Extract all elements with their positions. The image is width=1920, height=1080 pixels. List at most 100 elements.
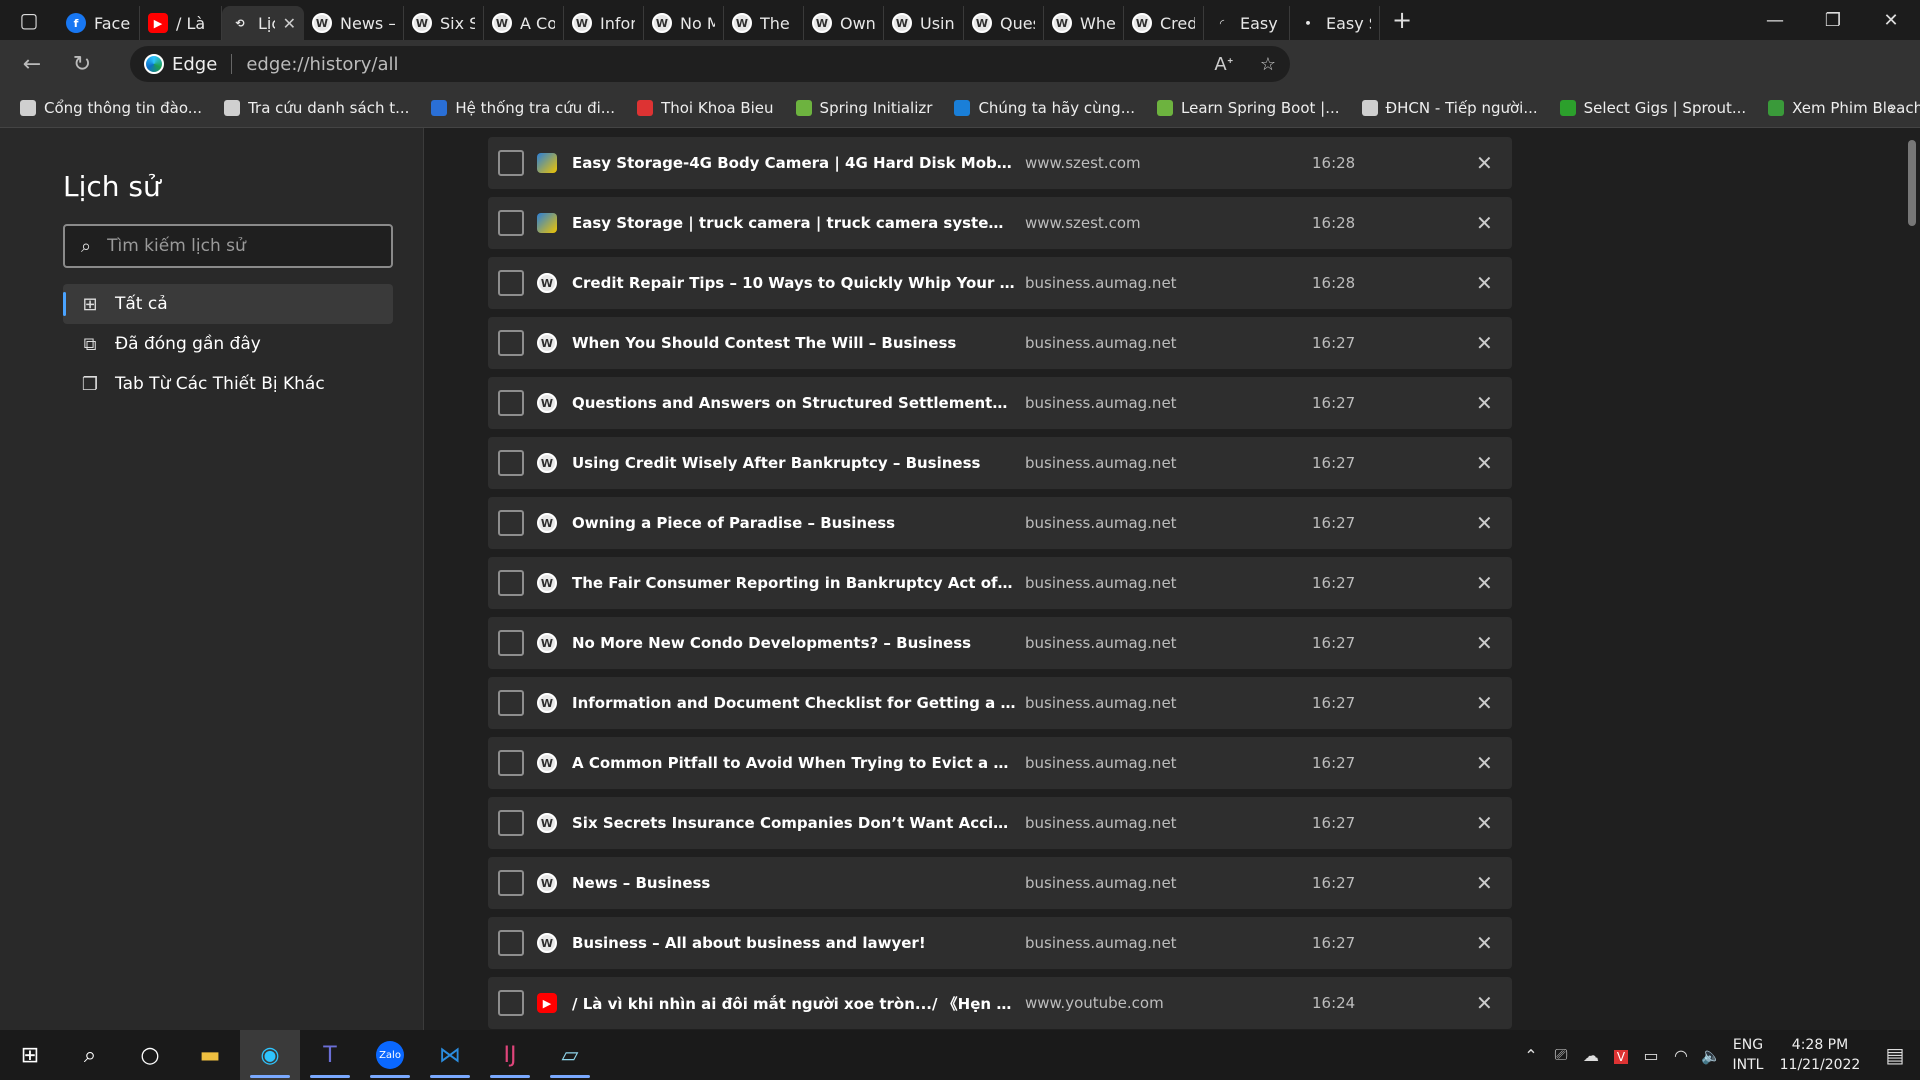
tab-11[interactable]: W Questic bbox=[964, 6, 1044, 40]
row-title[interactable]: A Common Pitfall to Avoid When Trying to… bbox=[572, 754, 1016, 772]
bookmark-4[interactable]: Spring Initializr bbox=[795, 99, 932, 117]
history-row[interactable]: W Credit Repair Tips – 10 Ways to Quickly… bbox=[488, 257, 1512, 309]
bookmark-7[interactable]: ĐHCN - Tiếp người... bbox=[1361, 99, 1538, 117]
minimize-icon[interactable]: — bbox=[1746, 0, 1804, 40]
remove-entry-icon[interactable]: ✕ bbox=[1476, 571, 1493, 595]
add-favorite-icon[interactable]: ☆ bbox=[1246, 54, 1290, 75]
intellij-icon[interactable]: IJ bbox=[480, 1030, 540, 1080]
tab-12[interactable]: W When Y bbox=[1044, 6, 1124, 40]
volume-icon[interactable]: 🔈 bbox=[1696, 1046, 1726, 1065]
history-row[interactable]: Easy Storage | truck camera | truck came… bbox=[488, 197, 1512, 249]
remove-entry-icon[interactable]: ✕ bbox=[1476, 391, 1493, 415]
tab-3[interactable]: W News – bbox=[304, 6, 404, 40]
tab-5[interactable]: W A Comr bbox=[484, 6, 564, 40]
history-row[interactable]: W Owning a Piece of Paradise – Business bu… bbox=[488, 497, 1512, 549]
row-title[interactable]: Six Secrets Insurance Companies Don’t Wa… bbox=[572, 814, 1016, 832]
new-tab-button[interactable]: + bbox=[1380, 0, 1424, 40]
sidebar-item-1[interactable]: ⧉ Đã đóng gần đây bbox=[63, 324, 393, 364]
read-aloud-icon[interactable]: Aᐩ bbox=[1202, 54, 1246, 75]
bookmark-3[interactable]: Thoi Khoa Bieu bbox=[637, 99, 774, 117]
remove-entry-icon[interactable]: ✕ bbox=[1476, 331, 1493, 355]
row-checkbox[interactable] bbox=[498, 390, 524, 416]
row-checkbox[interactable] bbox=[498, 630, 524, 656]
row-checkbox[interactable] bbox=[498, 270, 524, 296]
bookmark-0[interactable]: Cổng thông tin đào... bbox=[20, 99, 202, 117]
tab-8[interactable]: W The Fair bbox=[724, 6, 804, 40]
history-search-input[interactable] bbox=[107, 236, 348, 256]
sidebar-item-2[interactable]: ❐ Tab Từ Các Thiết Bị Khác bbox=[63, 364, 393, 404]
row-title[interactable]: Business – All about business and lawyer… bbox=[572, 934, 1016, 952]
row-title[interactable]: The Fair Consumer Reporting in Bankruptc… bbox=[572, 574, 1016, 592]
remove-entry-icon[interactable]: ✕ bbox=[1476, 871, 1493, 895]
search-icon[interactable]: ⌕ bbox=[60, 1030, 120, 1080]
tab-15[interactable]: • Easy Stc bbox=[1290, 6, 1380, 40]
remove-entry-icon[interactable]: ✕ bbox=[1476, 631, 1493, 655]
notification-icon[interactable]: ▤ bbox=[1870, 1043, 1920, 1067]
history-row[interactable]: W When You Should Contest The Will – Busi… bbox=[488, 317, 1512, 369]
row-checkbox[interactable] bbox=[498, 450, 524, 476]
history-row[interactable]: ▶ / Là vì khi nhìn ai đôi mắt người xoe t… bbox=[488, 977, 1512, 1029]
remove-entry-icon[interactable]: ✕ bbox=[1476, 151, 1493, 175]
tab-2[interactable]: ⟲ Lịch ✕ bbox=[222, 6, 304, 40]
tab-6[interactable]: W Informa bbox=[564, 6, 644, 40]
bookmark-5[interactable]: Chúng ta hãy cùng... bbox=[954, 99, 1135, 117]
history-row[interactable]: W Information and Document Checklist for … bbox=[488, 677, 1512, 729]
row-title[interactable]: Easy Storage-4G Body Camera | 4G Hard Di… bbox=[572, 154, 1016, 172]
row-checkbox[interactable] bbox=[498, 870, 524, 896]
tab-14[interactable]: ◜ Easy Stc bbox=[1204, 6, 1290, 40]
bookmark-6[interactable]: Learn Spring Boot |... bbox=[1157, 99, 1340, 117]
tab-10[interactable]: W Using C bbox=[884, 6, 964, 40]
remove-entry-icon[interactable]: ✕ bbox=[1476, 991, 1493, 1015]
row-checkbox[interactable] bbox=[498, 570, 524, 596]
clock[interactable]: 4:28 PM 11/21/2022 bbox=[1770, 1035, 1870, 1075]
vivaldi-tray-icon[interactable]: V bbox=[1606, 1046, 1636, 1065]
remove-entry-icon[interactable]: ✕ bbox=[1476, 751, 1493, 775]
meet-now-icon[interactable]: ⎚ bbox=[1546, 1045, 1576, 1065]
close-window-icon[interactable]: ✕ bbox=[1862, 0, 1920, 40]
edge-icon[interactable]: ◉ bbox=[240, 1030, 300, 1080]
row-checkbox[interactable] bbox=[498, 330, 524, 356]
bookmark-1[interactable]: Tra cứu danh sách t... bbox=[224, 99, 409, 117]
row-title[interactable]: When You Should Contest The Will – Busin… bbox=[572, 334, 1016, 352]
row-checkbox[interactable] bbox=[498, 510, 524, 536]
remove-entry-icon[interactable]: ✕ bbox=[1476, 271, 1493, 295]
remove-entry-icon[interactable]: ✕ bbox=[1476, 211, 1493, 235]
row-title[interactable]: Easy Storage | truck camera | truck came… bbox=[572, 214, 1016, 232]
history-row[interactable]: W No More New Condo Developments? – Busin… bbox=[488, 617, 1512, 669]
row-checkbox[interactable] bbox=[498, 750, 524, 776]
file-explorer-icon[interactable]: ▬ bbox=[180, 1030, 240, 1080]
refresh-button[interactable]: ↻ bbox=[58, 44, 106, 84]
row-checkbox[interactable] bbox=[498, 930, 524, 956]
row-checkbox[interactable] bbox=[498, 690, 524, 716]
bookmark-2[interactable]: Hệ thống tra cứu đi... bbox=[431, 99, 615, 117]
history-row[interactable]: W News – Business business.aumag.net 16:27 ✕ bbox=[488, 857, 1512, 909]
row-checkbox[interactable] bbox=[498, 210, 524, 236]
input-language[interactable]: ENG INTL bbox=[1726, 1035, 1770, 1075]
history-search-box[interactable]: ⌕ bbox=[63, 224, 393, 268]
tab-actions-icon[interactable]: ▢ bbox=[0, 0, 58, 40]
row-title[interactable]: News – Business bbox=[572, 874, 1016, 892]
tab-4[interactable]: W Six Secr bbox=[404, 6, 484, 40]
vscode-icon[interactable]: ⋈ bbox=[420, 1030, 480, 1080]
remove-entry-icon[interactable]: ✕ bbox=[1476, 811, 1493, 835]
windows-start-icon[interactable]: ⊞ bbox=[0, 1030, 60, 1080]
wifi-icon[interactable]: ◠ bbox=[1666, 1046, 1696, 1065]
bookmark-9[interactable]: Xem Phim Bleach:... bbox=[1768, 99, 1920, 117]
row-title[interactable]: Owning a Piece of Paradise – Business bbox=[572, 514, 1016, 532]
remove-entry-icon[interactable]: ✕ bbox=[1476, 511, 1493, 535]
onedrive-icon[interactable]: ☁ bbox=[1576, 1046, 1606, 1065]
tab-close-icon[interactable]: ✕ bbox=[283, 14, 296, 33]
cortana-icon[interactable]: ○ bbox=[120, 1030, 180, 1080]
tab-13[interactable]: W Credit R bbox=[1124, 6, 1204, 40]
history-row[interactable]: W Six Secrets Insurance Companies Don’t W… bbox=[488, 797, 1512, 849]
history-row[interactable]: W Questions and Answers on Structured Set… bbox=[488, 377, 1512, 429]
remove-entry-icon[interactable]: ✕ bbox=[1476, 931, 1493, 955]
battery-icon[interactable]: ▭ bbox=[1636, 1046, 1666, 1065]
row-checkbox[interactable] bbox=[498, 150, 524, 176]
tray-overflow-icon[interactable]: ⌃ bbox=[1516, 1046, 1546, 1065]
address-bar[interactable]: Edge edge://history/all Aᐩ ☆ bbox=[130, 46, 1290, 82]
tab-0[interactable]: f Faceboo bbox=[58, 6, 140, 40]
remove-entry-icon[interactable]: ✕ bbox=[1476, 451, 1493, 475]
row-title[interactable]: Questions and Answers on Structured Sett… bbox=[572, 394, 1016, 412]
tab-9[interactable]: W Owning bbox=[804, 6, 884, 40]
